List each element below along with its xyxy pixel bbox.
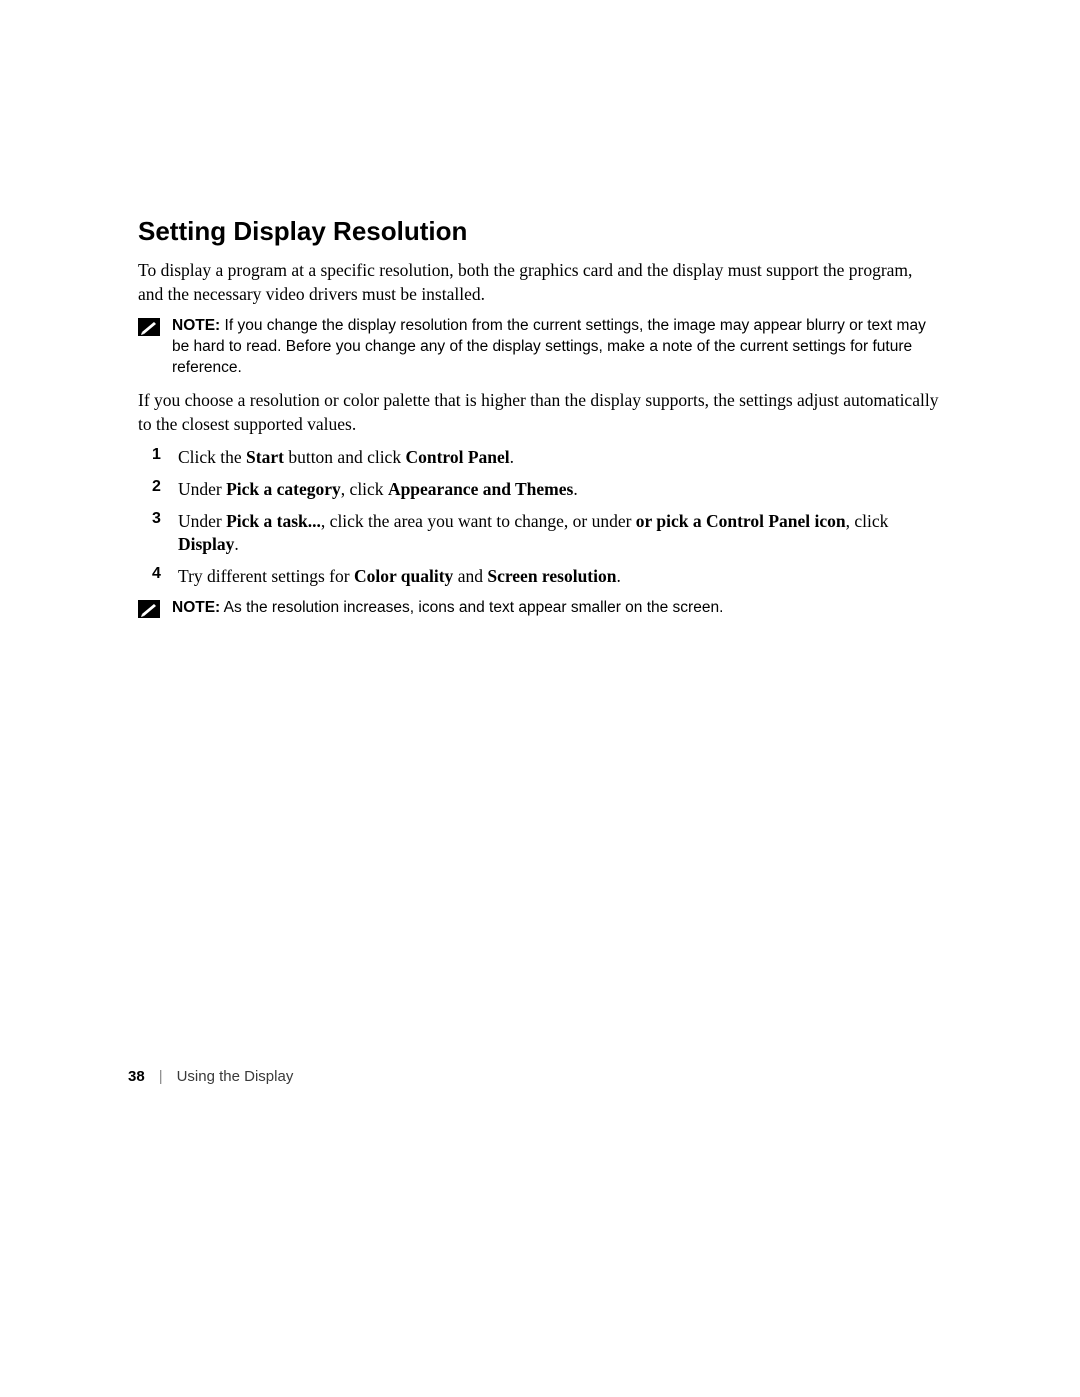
footer-section-title: Using the Display	[177, 1068, 294, 1085]
note-label: NOTE:	[172, 599, 220, 616]
page-content: Setting Display Resolution To display a …	[0, 0, 1080, 619]
step-number: 4	[152, 565, 178, 583]
intro-paragraph: To display a program at a specific resol…	[138, 259, 942, 306]
section-heading: Setting Display Resolution	[138, 216, 942, 247]
list-item: 4 Try different settings for Color quali…	[138, 565, 942, 589]
note-text-2: NOTE: As the resolution increases, icons…	[172, 598, 723, 619]
note-icon	[138, 318, 160, 336]
step-number: 1	[152, 446, 178, 464]
note-block-2: NOTE: As the resolution increases, icons…	[138, 598, 942, 619]
ordered-list: 1 Click the Start button and click Contr…	[138, 446, 942, 588]
step-body: Under Pick a task..., click the area you…	[178, 510, 942, 557]
step-body: Under Pick a category, click Appearance …	[178, 478, 942, 502]
note-icon	[138, 600, 160, 618]
page-footer: 38 | Using the Display	[128, 1068, 293, 1085]
step-body: Click the Start button and click Control…	[178, 446, 942, 470]
note-block-1: NOTE: If you change the display resoluti…	[138, 316, 942, 379]
step-body: Try different settings for Color quality…	[178, 565, 942, 589]
list-item: 2 Under Pick a category, click Appearanc…	[138, 478, 942, 502]
list-item: 1 Click the Start button and click Contr…	[138, 446, 942, 470]
note-text-1: NOTE: If you change the display resoluti…	[172, 316, 942, 379]
step-number: 3	[152, 510, 178, 528]
list-item: 3 Under Pick a task..., click the area y…	[138, 510, 942, 557]
note-body: If you change the display resolution fro…	[172, 317, 926, 376]
note-label: NOTE:	[172, 317, 220, 334]
footer-separator: |	[159, 1068, 163, 1085]
page-number: 38	[128, 1068, 145, 1085]
paragraph-2: If you choose a resolution or color pale…	[138, 389, 942, 436]
note-body: As the resolution increases, icons and t…	[220, 599, 723, 616]
step-number: 2	[152, 478, 178, 496]
